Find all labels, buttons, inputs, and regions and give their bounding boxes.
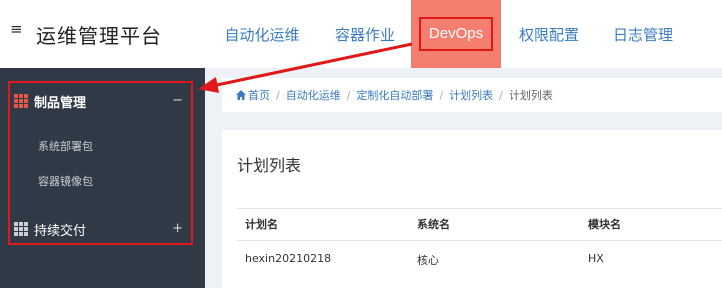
- breadcrumb-automation-ops[interactable]: 自动化运维: [286, 87, 341, 103]
- nav-label: 自动化运维: [224, 25, 300, 44]
- table-top-divider: [237, 208, 722, 209]
- column-header-plan-name: 计划名: [245, 218, 278, 231]
- sidebar-group-label: 持续交付: [34, 223, 87, 239]
- breadcrumb-separator: /: [439, 88, 444, 102]
- table-cell-system-name: 核心: [417, 254, 439, 267]
- nav-item-container-jobs[interactable]: 容器作业: [322, 0, 408, 68]
- sidebar-group-artifact-management[interactable]: 制品管理: [14, 91, 86, 111]
- plan-list-panel: 计划列表 计划名 系统名 模块名 hexin20210218 核心 HX: [222, 130, 722, 288]
- breadcrumb-plan-list[interactable]: 计划列表: [449, 87, 493, 103]
- table-cell-plan-name[interactable]: hexin20210218: [245, 252, 331, 265]
- sidebar-group-label: 制品管理: [34, 95, 87, 111]
- breadcrumb-separator: /: [346, 88, 351, 102]
- table-cell-module-name: HX: [588, 252, 604, 265]
- top-navbar: ≡ 运维管理平台 自动化运维 容器作业 DevOps 权限配置 日志管理: [0, 0, 722, 68]
- panel-title: 计划列表: [237, 156, 302, 175]
- breadcrumb: 首页 / 自动化运维 / 定制化自动部署 / 计划列表 / 计划列表: [222, 78, 722, 112]
- sidebar-group-continuous-delivery[interactable]: 持续交付: [14, 219, 86, 239]
- column-header-module-name: 模块名: [588, 218, 621, 231]
- breadcrumb-home[interactable]: 首页: [248, 87, 270, 103]
- app-title: 运维管理平台: [36, 24, 162, 48]
- nav-item-automation-ops[interactable]: 自动化运维: [212, 0, 312, 68]
- expand-icon[interactable]: +: [172, 221, 183, 236]
- grid-icon: [14, 222, 28, 236]
- nav-label-active: DevOps: [418, 17, 494, 51]
- breadcrumb-current: 计划列表: [508, 89, 553, 102]
- collapse-icon[interactable]: −: [172, 93, 183, 108]
- table-header-divider: [237, 240, 722, 241]
- nav-item-devops[interactable]: DevOps: [411, 0, 501, 68]
- nav-label: 容器作业: [334, 25, 395, 44]
- breadcrumb-separator: /: [499, 88, 503, 102]
- sidebar-item-system-deploy-package[interactable]: 系统部署包: [38, 138, 93, 154]
- nav-label: 日志管理: [612, 25, 673, 44]
- nav-label: 权限配置: [518, 25, 579, 44]
- breadcrumb-custom-auto-deploy[interactable]: 定制化自动部署: [356, 87, 433, 103]
- hamburger-menu-icon[interactable]: ≡: [10, 20, 23, 38]
- sidebar-item-container-image-package[interactable]: 容器镜像包: [38, 173, 93, 189]
- home-icon: [236, 90, 246, 100]
- sidebar: 制品管理 − 系统部署包 容器镜像包 持续交付 +: [0, 68, 205, 288]
- nav-item-permission-config[interactable]: 权限配置: [507, 0, 591, 68]
- breadcrumb-separator: /: [276, 88, 280, 102]
- column-header-system-name: 系统名: [417, 218, 450, 231]
- nav-item-log-management[interactable]: 日志管理: [600, 0, 686, 68]
- grid-icon: [14, 94, 28, 108]
